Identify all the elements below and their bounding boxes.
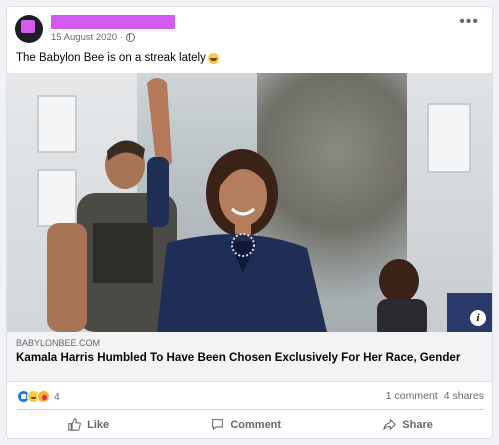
engagement-stats: 4 1 comment 4 shares xyxy=(7,383,492,409)
share-count[interactable]: 4 shares xyxy=(444,390,484,402)
post-header: 15 August 2020 · ••• xyxy=(15,13,485,51)
share-button[interactable]: Share xyxy=(383,418,433,431)
avatar[interactable] xyxy=(15,15,43,43)
comment-icon xyxy=(212,419,224,430)
link-domain: BABYLONBEE.COM xyxy=(16,338,101,348)
meta-separator: · xyxy=(120,32,124,43)
reaction-count: 4 xyxy=(54,390,60,403)
comment-label: Comment xyxy=(230,418,282,431)
link-preview-image[interactable]: i xyxy=(7,73,492,332)
comment-button[interactable]: Comment xyxy=(211,418,281,431)
link-preview-text[interactable]: BABYLONBEE.COM Kamala Harris Humbled To … xyxy=(7,332,492,382)
post-card: 15 August 2020 · ••• The Babylon Bee is … xyxy=(6,6,493,439)
thumbs-up-icon xyxy=(68,418,81,431)
globe-icon xyxy=(126,33,136,42)
info-icon[interactable]: i xyxy=(470,310,486,326)
comment-count[interactable]: 1 comment xyxy=(386,390,438,402)
like-label: Like xyxy=(87,418,110,431)
like-button[interactable]: Like xyxy=(68,418,109,431)
post-caption: The Babylon Bee is on a streak lately xyxy=(16,52,219,64)
post-meta: 15 August 2020 · xyxy=(51,32,136,43)
caption-text: The Babylon Bee is on a streak lately xyxy=(16,52,206,64)
share-label: Share xyxy=(402,418,433,431)
author-name-redacted[interactable] xyxy=(51,15,175,29)
share-icon xyxy=(383,419,397,430)
care-reaction-icon xyxy=(37,390,50,403)
comment-share-counts: 1 comment 4 shares xyxy=(386,390,484,402)
photo-figures xyxy=(47,78,492,332)
reactions-summary[interactable]: 4 xyxy=(17,390,60,403)
avatar-redaction xyxy=(21,20,35,33)
link-title[interactable]: Kamala Harris Humbled To Have Been Chose… xyxy=(16,351,476,365)
laughing-emoji-icon xyxy=(207,52,219,64)
more-options-button[interactable]: ••• xyxy=(459,14,479,30)
post-date[interactable]: 15 August 2020 xyxy=(51,32,117,43)
action-bar: Like Comment Share xyxy=(17,409,484,438)
